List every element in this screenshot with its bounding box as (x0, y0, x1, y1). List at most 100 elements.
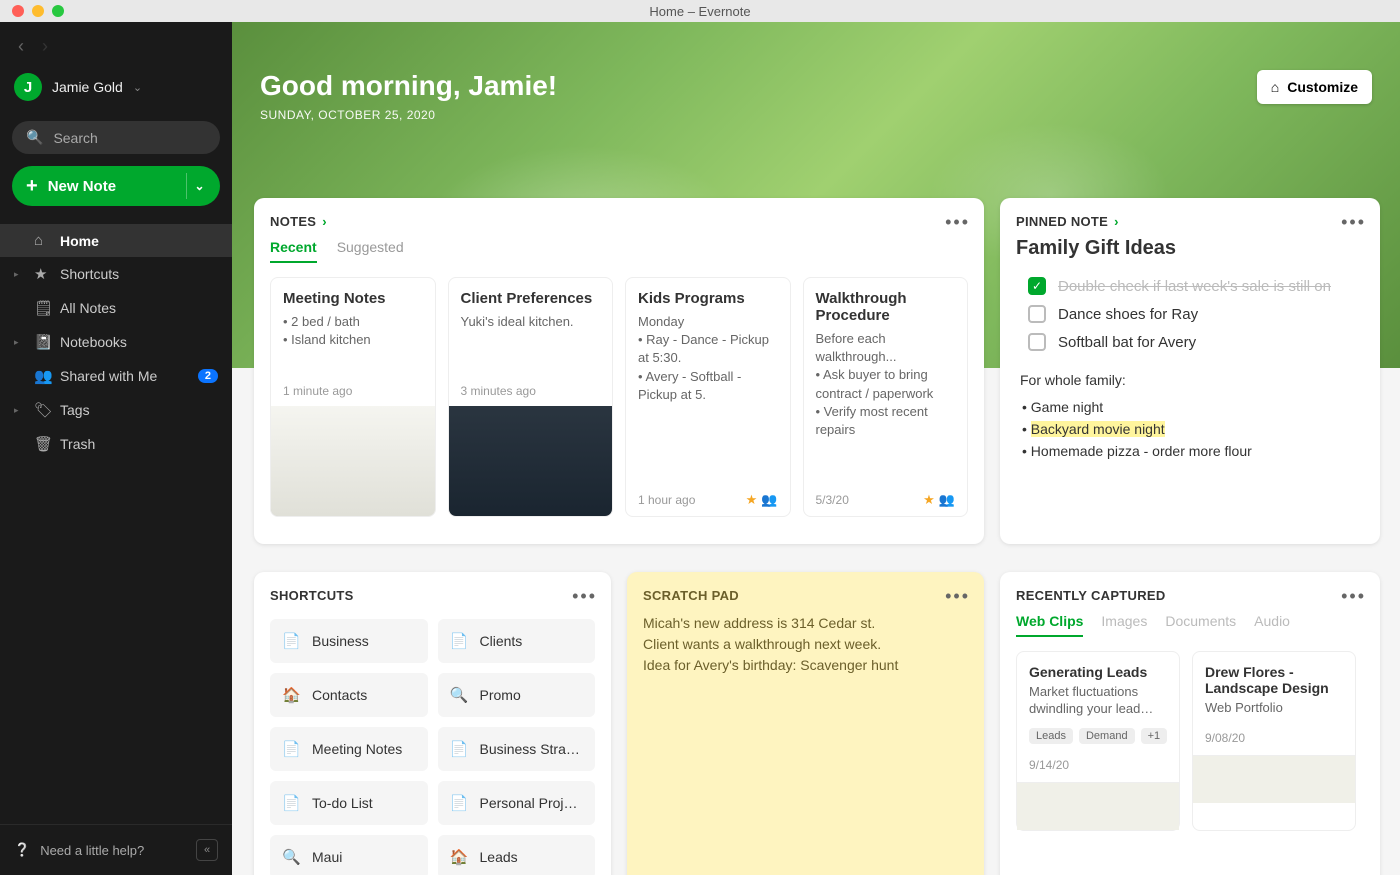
user-name: Jamie Gold (52, 79, 123, 95)
share-icon: 👥 (761, 492, 777, 508)
recent-more[interactable]: ••• (1341, 586, 1366, 607)
titlebar: Home – Evernote (0, 0, 1400, 22)
close-window[interactable] (12, 5, 24, 17)
shortcut-item[interactable]: 🔍Promo (438, 673, 596, 717)
recent-date: 9/14/20 (1029, 758, 1167, 772)
pinned-widget-more[interactable]: ••• (1341, 212, 1366, 233)
nav-forward[interactable]: › (42, 36, 48, 57)
tab-images[interactable]: Images (1101, 613, 1147, 637)
note-text: Before each walkthrough... • Ask buyer t… (816, 330, 956, 439)
collapse-sidebar[interactable]: « (196, 839, 218, 861)
shortcut-item[interactable]: 🏠Contacts (270, 673, 428, 717)
nav-icon: 🏷 (34, 401, 50, 419)
minimize-window[interactable] (32, 5, 44, 17)
nav-icon: ⌂ (34, 232, 50, 249)
recent-title: Generating Leads (1029, 664, 1167, 680)
nav-icon: 🗒 (34, 299, 50, 317)
shortcut-item[interactable]: 🏠Leads (438, 835, 596, 875)
nav-shared-with-me[interactable]: 👥Shared with Me2 (0, 359, 232, 393)
expand-icon: ▸ (14, 337, 24, 348)
shortcut-label: Business Stra… (480, 741, 580, 757)
shortcut-label: Meeting Notes (312, 741, 402, 757)
notes-row: Meeting Notes• 2 bed / bath • Island kit… (270, 277, 968, 517)
search-input[interactable]: 🔍 Search (12, 121, 220, 154)
nav-tags[interactable]: ▸🏷Tags (0, 393, 232, 427)
nav-icon: ★ (34, 265, 50, 283)
checklist-item: Dance shoes for Ray (1016, 300, 1364, 328)
fullscreen-window[interactable] (52, 5, 64, 17)
shortcut-item[interactable]: 📄 Business Stra… (438, 727, 596, 771)
tab-suggested[interactable]: Suggested (337, 239, 404, 263)
note-timestamp: 1 hour ago (638, 493, 695, 507)
star-icon: ★ (923, 492, 935, 508)
nav-back[interactable]: ‹ (18, 36, 24, 57)
search-placeholder: Search (53, 130, 97, 146)
scratch-widget[interactable]: SCRATCH PAD ••• Micah's new address is 3… (627, 572, 984, 875)
tag-more: +1 (1141, 728, 1168, 744)
note-timestamp: 1 minute ago (283, 384, 352, 398)
checklist-label: Double check if last week's sale is stil… (1058, 278, 1331, 295)
note-card[interactable]: Meeting Notes• 2 bed / bath • Island kit… (270, 277, 436, 517)
shortcut-item[interactable]: 📄Business (270, 619, 428, 663)
nav-trash[interactable]: 🗑Trash (0, 427, 232, 461)
pinned-subhead: For whole family: (1016, 372, 1364, 388)
pinned-list-item: Homemade pizza - order more flour (1034, 440, 1364, 462)
notes-widget-more[interactable]: ••• (945, 212, 970, 233)
tag: Demand (1079, 728, 1135, 744)
scratch-text[interactable]: Micah's new address is 314 Cedar st. Cli… (643, 613, 968, 676)
checklist-label: Dance shoes for Ray (1058, 306, 1198, 323)
nav-icon: 🗑 (34, 435, 50, 453)
pinned-widget-title[interactable]: PINNED NOTE› (1016, 214, 1119, 229)
new-note-dropdown[interactable]: ⌄ (186, 173, 212, 199)
pinned-list-item: Game night (1034, 396, 1364, 418)
recent-card[interactable]: Drew Flores - Landscape DesignWeb Portfo… (1192, 651, 1356, 831)
checkbox[interactable] (1028, 305, 1046, 323)
account-menu[interactable]: J Jamie Gold ⌄ (0, 65, 232, 109)
note-card[interactable]: Client PreferencesYuki's ideal kitchen.3… (448, 277, 614, 517)
note-title: Meeting Notes (283, 290, 423, 307)
tab-web-clips[interactable]: Web Clips (1016, 613, 1083, 637)
nav-label: Shortcuts (60, 266, 119, 282)
checkbox[interactable] (1028, 333, 1046, 351)
tab-audio[interactable]: Audio (1254, 613, 1290, 637)
tag: Leads (1029, 728, 1073, 744)
recent-subtitle: Web Portfolio (1205, 700, 1343, 717)
nav-home[interactable]: ⌂ Home (0, 224, 232, 257)
shortcut-icon: 📄 (450, 740, 468, 758)
note-card[interactable]: Kids ProgramsMonday • Ray - Dance - Pick… (625, 277, 791, 517)
note-card[interactable]: Walkthrough ProcedureBefore each walkthr… (803, 277, 969, 517)
nav-notebooks[interactable]: ▸📓Notebooks (0, 325, 232, 359)
scratch-title: SCRATCH PAD (643, 588, 739, 603)
home-icon: ⌂ (1271, 79, 1279, 95)
help-link[interactable]: ❔ Need a little help? (14, 842, 144, 858)
shortcut-icon: 🔍 (282, 848, 300, 866)
nav-icon: 👥 (34, 367, 50, 385)
shortcut-item[interactable]: 📄Meeting Notes (270, 727, 428, 771)
share-icon: 👥 (939, 492, 955, 508)
pinned-heading: Family Gift Ideas (1016, 237, 1364, 260)
note-thumbnail (271, 406, 435, 516)
tab-recent[interactable]: Recent (270, 239, 317, 263)
customize-button[interactable]: ⌂ Customize (1257, 70, 1372, 104)
tab-documents[interactable]: Documents (1165, 613, 1236, 637)
nav-shortcuts[interactable]: ▸★Shortcuts (0, 257, 232, 291)
checkbox[interactable]: ✓ (1028, 277, 1046, 295)
shortcut-item[interactable]: 📄Personal Proj… (438, 781, 596, 825)
scratch-more[interactable]: ••• (945, 586, 970, 607)
note-thumbnail (449, 406, 613, 516)
shortcuts-more[interactable]: ••• (572, 586, 597, 607)
new-note-button[interactable]: + New Note ⌄ (12, 166, 220, 206)
nav-all-notes[interactable]: 🗒All Notes (0, 291, 232, 325)
nav-label: Notebooks (60, 334, 127, 350)
shortcut-item[interactable]: 📄Clients (438, 619, 596, 663)
shortcut-item[interactable]: 📄To-do List (270, 781, 428, 825)
shortcut-item[interactable]: 🔍Maui (270, 835, 428, 875)
notes-widget-title[interactable]: NOTES› (270, 214, 327, 229)
recent-card[interactable]: Generating LeadsMarket fluctuations dwin… (1016, 651, 1180, 831)
nav-label: Home (60, 233, 99, 249)
shortcuts-title: SHORTCUTS (270, 588, 354, 603)
checklist-label: Softball bat for Avery (1058, 334, 1196, 351)
shortcut-icon: 🏠 (450, 848, 468, 866)
new-note-label: New Note (48, 178, 116, 195)
help-icon: ❔ (14, 842, 30, 858)
